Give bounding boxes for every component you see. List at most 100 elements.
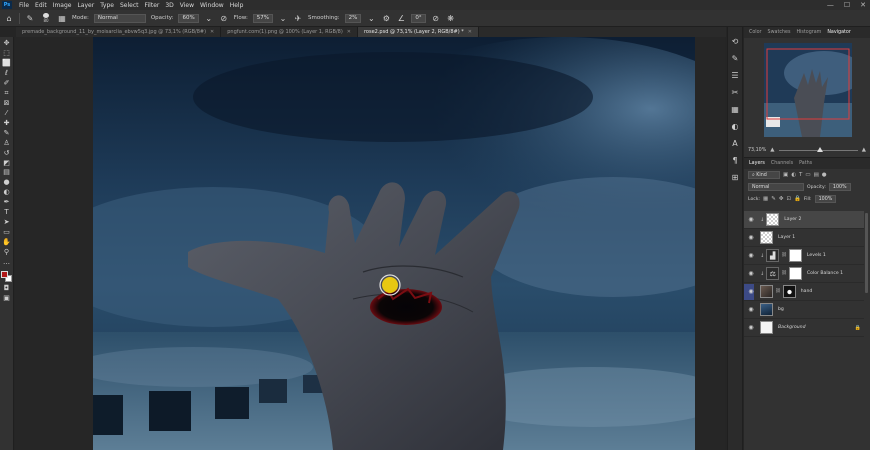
crop-tool-icon[interactable]: ⌗ bbox=[2, 89, 12, 97]
menu-view[interactable]: View bbox=[177, 2, 197, 9]
zoom-tool-icon[interactable]: ⚲ bbox=[2, 249, 12, 257]
layer-row-color-balance-1[interactable]: ◉ ↓ ⚖ ⛓ Color Balance 1 bbox=[744, 265, 864, 283]
filter-toggle-icon[interactable]: ● bbox=[822, 172, 827, 178]
move-tool-icon[interactable]: ✥ bbox=[2, 39, 12, 47]
menu-3d[interactable]: 3D bbox=[162, 2, 176, 9]
tab-document-3[interactable]: rose2.psd @ 73,1% (Layer 2, RGB/8#) * ✕ bbox=[357, 27, 479, 37]
menu-image[interactable]: Image bbox=[50, 2, 75, 9]
menu-layer[interactable]: Layer bbox=[74, 2, 97, 9]
glyphs-icon[interactable]: ⊞ bbox=[731, 173, 740, 182]
eye-icon[interactable]: ◉ bbox=[744, 324, 758, 331]
tab-layers[interactable]: Layers bbox=[749, 161, 765, 166]
gradient-tool-icon[interactable]: ▤ bbox=[2, 169, 12, 177]
opacity-field[interactable]: 60% bbox=[178, 13, 199, 23]
tab-color[interactable]: Color bbox=[749, 30, 762, 35]
rectangle-tool-icon[interactable]: ▭ bbox=[2, 229, 12, 237]
filter-kind-select[interactable]: ⌕ Kind bbox=[748, 171, 780, 179]
gear-icon[interactable]: ⚙ bbox=[381, 13, 391, 23]
path-select-tool-icon[interactable]: ➤ bbox=[2, 219, 12, 227]
filter-pixel-icon[interactable]: ▣ bbox=[783, 172, 788, 178]
fill-field[interactable]: 100% bbox=[814, 195, 837, 203]
menu-window[interactable]: Window bbox=[197, 2, 227, 9]
filter-shape-icon[interactable]: ▭ bbox=[805, 172, 810, 178]
layer-name[interactable]: Layer 1 bbox=[778, 235, 795, 240]
lock-all-icon[interactable]: 🔒 bbox=[794, 196, 801, 202]
pressure-opacity-icon[interactable]: ⊘ bbox=[219, 13, 229, 23]
tab-histogram[interactable]: Histogram bbox=[796, 30, 821, 35]
quick-mask-icon[interactable]: ◘ bbox=[2, 284, 12, 292]
artboard-tool-icon[interactable]: ⬚ bbox=[2, 49, 12, 57]
type-tool-icon[interactable]: T bbox=[2, 209, 12, 217]
tab-paths[interactable]: Paths bbox=[799, 161, 812, 166]
angle-field[interactable]: 0° bbox=[411, 13, 426, 23]
blend-mode-select[interactable]: Normal bbox=[748, 183, 804, 191]
screen-mode-icon[interactable]: ▣ bbox=[2, 294, 12, 302]
chevron-down-icon[interactable]: ⌄ bbox=[278, 13, 288, 23]
close-icon[interactable]: ✕ bbox=[468, 29, 472, 35]
dodge-tool-icon[interactable]: ◐ bbox=[2, 189, 12, 197]
layer-row-layer-1[interactable]: ◉ Layer 1 bbox=[744, 229, 864, 247]
filter-smart-icon[interactable]: ▤ bbox=[814, 172, 819, 178]
filter-adjustment-icon[interactable]: ◐ bbox=[791, 172, 796, 178]
menu-edit[interactable]: Edit bbox=[32, 2, 50, 9]
minimize-button[interactable]: — bbox=[827, 1, 834, 9]
eye-icon[interactable]: ◉ bbox=[744, 252, 758, 259]
clone-stamp-tool-icon[interactable]: ♙ bbox=[2, 139, 12, 147]
healing-brush-tool-icon[interactable]: ✚ bbox=[2, 119, 12, 127]
home-icon[interactable]: ⌂ bbox=[4, 13, 14, 23]
menu-type[interactable]: Type bbox=[97, 2, 117, 9]
mode-select[interactable]: Normal bbox=[93, 13, 146, 23]
navigator-preview[interactable] bbox=[764, 43, 852, 137]
layer-row-levels-1[interactable]: ◉ ↓ ▟ ⛓ Levels 1 bbox=[744, 247, 864, 265]
menu-select[interactable]: Select bbox=[117, 2, 142, 9]
eyedropper-tool-icon[interactable]: ⁄ bbox=[2, 109, 12, 117]
frame-tool-icon[interactable]: ⊠ bbox=[2, 99, 12, 107]
blur-tool-icon[interactable]: ● bbox=[2, 179, 12, 187]
close-window-button[interactable]: ✕ bbox=[860, 1, 866, 9]
lock-position-icon[interactable]: ✥ bbox=[779, 196, 784, 202]
hand-tool-icon[interactable]: ✋ bbox=[2, 239, 12, 247]
zoom-slider-handle[interactable] bbox=[816, 146, 823, 152]
symmetry-icon[interactable]: ❋ bbox=[446, 13, 456, 23]
paragraph-icon[interactable]: ¶ bbox=[731, 156, 740, 165]
document-canvas[interactable] bbox=[93, 37, 695, 450]
layer-name[interactable]: Layer 2 bbox=[784, 217, 801, 222]
lock-pixels-icon[interactable]: ✎ bbox=[771, 196, 776, 202]
filter-type-icon[interactable]: T bbox=[799, 172, 802, 178]
layer-name[interactable]: Background bbox=[778, 325, 806, 330]
airbrush-icon[interactable]: ✈ bbox=[293, 13, 303, 23]
layer-name[interactable]: bg bbox=[778, 307, 784, 312]
chevron-down-icon[interactable]: ⌄ bbox=[366, 13, 376, 23]
layer-name[interactable]: Levels 1 bbox=[807, 253, 826, 258]
layer-row-background[interactable]: ◉ Background 🔒 bbox=[744, 319, 864, 337]
tab-swatches[interactable]: Swatches bbox=[768, 30, 791, 35]
chevron-down-icon[interactable]: ⌄ bbox=[204, 13, 214, 23]
quick-select-tool-icon[interactable]: ✐ bbox=[2, 79, 12, 87]
tab-channels[interactable]: Channels bbox=[771, 161, 793, 166]
eye-icon[interactable]: ◉ bbox=[744, 216, 758, 223]
lock-artboard-icon[interactable]: ⊡ bbox=[786, 196, 791, 202]
zoom-out-icon[interactable]: ▲ bbox=[770, 147, 774, 153]
smoothing-field[interactable]: 2% bbox=[344, 13, 362, 23]
eye-icon[interactable]: ◉ bbox=[744, 270, 758, 277]
brush-settings-icon[interactable]: ▦ bbox=[57, 13, 67, 23]
layer-row-hand[interactable]: ◉ ⛓ hand bbox=[744, 283, 864, 301]
foreground-color-swatch[interactable] bbox=[0, 270, 8, 278]
color-swatches[interactable] bbox=[0, 270, 13, 283]
tab-document-2[interactable]: pngfunt.com(1).png @ 100% (Layer 1, RGB/… bbox=[221, 27, 358, 37]
zoom-in-icon[interactable]: ▲ bbox=[862, 147, 866, 153]
pressure-size-icon[interactable]: ⊘ bbox=[431, 13, 441, 23]
menu-help[interactable]: Help bbox=[227, 2, 247, 9]
layer-row-layer-2[interactable]: ◉ ↓ Layer 2 bbox=[744, 211, 864, 229]
lock-transparency-icon[interactable]: ▦ bbox=[763, 196, 768, 202]
zoom-slider[interactable] bbox=[778, 146, 858, 152]
canvas-area[interactable] bbox=[15, 37, 725, 450]
layer-name[interactable]: Color Balance 1 bbox=[807, 271, 843, 276]
close-icon[interactable]: ✕ bbox=[347, 29, 351, 35]
eye-icon[interactable]: ◉ bbox=[744, 306, 758, 313]
zoom-value[interactable]: 73,10% bbox=[748, 148, 766, 153]
libraries-icon[interactable]: ▦ bbox=[731, 105, 740, 114]
tab-navigator[interactable]: Navigator bbox=[827, 30, 850, 35]
pen-tool-icon[interactable]: ✒ bbox=[2, 199, 12, 207]
brush-settings-panel-icon[interactable]: ✎ bbox=[731, 54, 740, 63]
